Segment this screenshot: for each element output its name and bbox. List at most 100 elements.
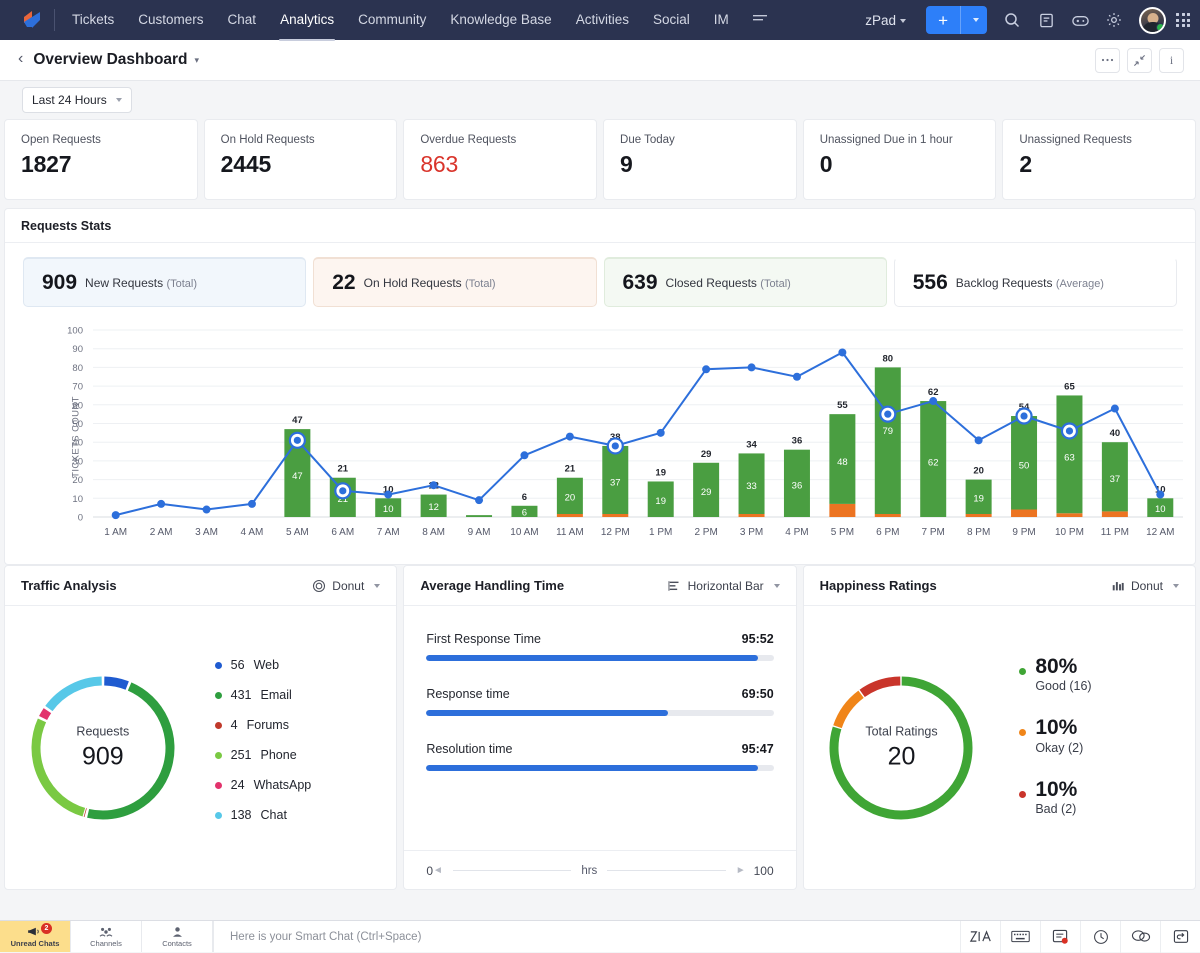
requests-stats-chart[interactable]: TICKETS COUNT 01020304050607080901004747… [5,319,1195,554]
search-icon[interactable] [997,5,1027,35]
kpi-value: 9 [620,151,780,178]
legend-value: 24 [231,778,245,792]
legend-item-whatsapp[interactable]: 24 WhatsApp [215,778,397,792]
taskbar-contacts[interactable]: Contacts [142,921,213,952]
collapse-button[interactable] [1127,48,1152,73]
legend-item-okay[interactable]: 10% Okay (2) [1019,717,1195,754]
summary-on-hold-requests[interactable]: 22 On Hold Requests (Total) [313,257,596,307]
average-handling-time-header: Average Handling Time Horizontal Bar [404,566,795,606]
more-options-button[interactable] [1095,48,1120,73]
summary-value: 909 [42,271,77,295]
nav-overflow-menu-icon[interactable] [740,11,780,29]
nav-item-social[interactable]: Social [642,2,701,38]
happiness-chart-type-selector[interactable]: Donut [1111,579,1179,593]
kpi-card-unassigned-requests[interactable]: Unassigned Requests 2 [1002,119,1196,200]
svg-text:63: 63 [1064,453,1075,464]
kpi-value: 2445 [221,151,381,178]
svg-text:1 PM: 1 PM [649,527,672,538]
gamification-icon[interactable] [1065,5,1095,35]
app-logo[interactable] [10,8,54,32]
traffic-analysis-donut[interactable]: Requests 909 [5,668,201,828]
keyboard-icon[interactable] [1000,921,1040,953]
kpi-card-open-requests[interactable]: Open Requests 1827 [4,119,198,200]
nav-item-analytics[interactable]: Analytics [269,2,345,38]
nav-item-tickets[interactable]: Tickets [61,2,125,38]
svg-text:60: 60 [72,400,83,411]
add-new-button[interactable]: + [926,6,987,34]
svg-text:21: 21 [338,464,349,475]
legend-item-forums[interactable]: 4 Forums [215,718,397,732]
taskbar-channels[interactable]: Channels [71,921,142,952]
add-new-dropdown-arrow[interactable] [961,18,987,22]
chat-icon[interactable] [1120,921,1160,953]
summary-new-requests[interactable]: 909 New Requests (Total) [23,257,306,307]
traffic-analysis-legend: 56 Web 431 Email 4 Forums [201,658,397,838]
department-selector[interactable]: zPad [855,13,916,28]
aht-item-first-response-time[interactable]: First Response Time 95:52 [426,632,773,661]
kpi-card-unassigned-due-in-1-hour[interactable]: Unassigned Due in 1 hour 0 [803,119,997,200]
smart-chat-input[interactable]: Here is your Smart Chat (Ctrl+Space) [213,921,960,952]
svg-text:100: 100 [67,326,83,337]
legend-item-web[interactable]: 56 Web [215,658,397,672]
nav-item-customers[interactable]: Customers [127,2,214,38]
kpi-card-on-hold-requests[interactable]: On Hold Requests 2445 [204,119,398,200]
apps-grid-icon[interactable] [1176,13,1190,27]
nav-item-chat[interactable]: Chat [217,2,268,38]
aht-item-response-time[interactable]: Response time 69:50 [426,687,773,716]
summary-qualifier: (Total) [166,278,197,290]
kpi-card-due-today[interactable]: Due Today 9 [603,119,797,200]
svg-text:6 AM: 6 AM [331,527,354,538]
clock-icon[interactable] [1080,921,1120,953]
aht-axis-max: 100 [754,864,774,878]
average-handling-time-body: First Response Time 95:52 Response time … [404,606,795,890]
svg-text:1 AM: 1 AM [104,527,127,538]
legend-item-bad[interactable]: 10% Bad (2) [1019,779,1195,816]
happiness-ratings-donut[interactable]: Total Ratings 20 [804,668,1000,828]
nav-divider [54,9,55,31]
legend-sublabel: Okay (2) [1035,741,1083,755]
time-range-filter[interactable]: Last 24 Hours [22,87,132,113]
nav-item-knowledge-base[interactable]: Knowledge Base [439,2,562,38]
traffic-analysis-chart-type-selector[interactable]: Donut [312,579,380,593]
nav-item-activities[interactable]: Activities [565,2,640,38]
nav-item-im[interactable]: IM [703,2,740,38]
happiness-ratings-legend: 80% Good (16) 10% Okay (2) [999,656,1195,839]
tasks-icon[interactable] [1040,921,1080,953]
svg-text:5 PM: 5 PM [831,527,854,538]
undo-icon[interactable] [1160,921,1200,953]
user-avatar[interactable] [1139,7,1166,34]
kpi-card-overdue-requests[interactable]: Overdue Requests 863 [403,119,597,200]
aht-item-resolution-time[interactable]: Resolution time 95:47 [426,742,773,771]
legend-color-dot [215,692,222,699]
back-button[interactable]: ‹ [16,48,33,72]
legend-item-chat[interactable]: 138 Chat [215,808,397,822]
contacts-icon [171,926,184,938]
nav-item-list: Tickets Customers Chat Analytics Communi… [61,2,740,38]
nav-item-community[interactable]: Community [347,2,437,38]
kpi-label: On Hold Requests [221,134,381,146]
svg-text:12 AM: 12 AM [1146,527,1174,538]
dashboard-selector-chevron-down-icon[interactable]: ▾ [195,55,200,66]
notes-icon[interactable] [1031,5,1061,35]
svg-text:40: 40 [1110,428,1121,439]
aht-axis-unit: hrs [581,865,597,877]
requests-stats-summary-row: 909 New Requests (Total) 22 On Hold Requ… [5,243,1195,315]
legend-item-phone[interactable]: 251 Phone [215,748,397,762]
nav-label: Analytics [280,12,334,27]
svg-text:21: 21 [565,464,576,475]
summary-closed-requests[interactable]: 639 Closed Requests (Total) [604,257,887,307]
legend-item-email[interactable]: 431 Email [215,688,397,702]
kpi-value: 1827 [21,151,181,178]
settings-gear-icon[interactable] [1099,5,1129,35]
svg-text:20: 20 [565,493,576,504]
summary-qualifier: (Total) [760,278,791,290]
requests-stats-chart-svg: 0102030405060708090100474721211010121266… [5,319,1195,554]
info-button[interactable]: i [1159,48,1184,73]
legend-color-dot [1019,791,1026,798]
zia-icon[interactable] [960,921,1000,953]
legend-item-good[interactable]: 80% Good (16) [1019,656,1195,693]
taskbar-unread-chats[interactable]: 2 Unread Chats [0,921,71,952]
aht-chart-type-selector[interactable]: Horizontal Bar [668,579,780,593]
bar-chart-icon [1111,579,1125,593]
summary-backlog-requests[interactable]: 556 Backlog Requests (Average) [894,257,1177,307]
